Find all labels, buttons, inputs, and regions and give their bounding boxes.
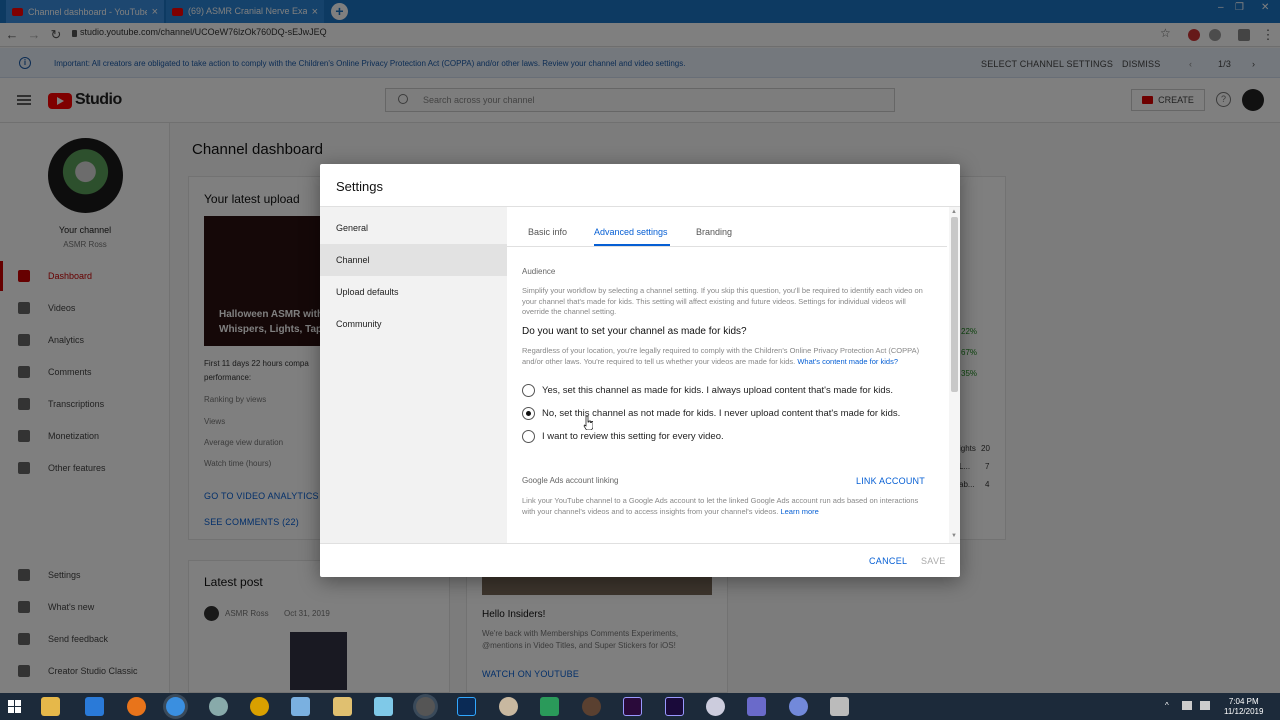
- active-tab-indicator: [594, 244, 670, 246]
- calendar-icon[interactable]: [333, 697, 352, 716]
- discord-icon[interactable]: [789, 697, 808, 716]
- save-button[interactable]: SAVE: [921, 556, 946, 566]
- app-icon[interactable]: [209, 697, 228, 716]
- scroll-down-icon[interactable]: ▼: [951, 533, 957, 539]
- headphones-icon[interactable]: [250, 697, 269, 716]
- scroll-up-icon[interactable]: ▲: [951, 209, 957, 215]
- settings-nav: General Channel Upload defaults Communit…: [320, 207, 507, 543]
- dialog-title: Settings: [336, 179, 383, 194]
- paint-icon[interactable]: [499, 697, 518, 716]
- question-description: Regardless of your location, you're lega…: [522, 346, 920, 366]
- made-for-kids-question: Do you want to set your channel as made …: [522, 326, 747, 337]
- settings-nav-general[interactable]: General: [320, 212, 507, 244]
- image-viewer-icon[interactable]: [291, 697, 310, 716]
- obs-icon[interactable]: [416, 697, 435, 716]
- google-ads-description: Link your YouTube channel to a Google Ad…: [522, 496, 919, 516]
- network-icon[interactable]: [1182, 701, 1192, 710]
- app-icon[interactable]: [706, 697, 725, 716]
- radio-button[interactable]: [522, 430, 535, 443]
- ie-icon[interactable]: [85, 697, 104, 716]
- windows-start-icon[interactable]: [8, 700, 22, 714]
- premiere-icon[interactable]: [623, 697, 642, 716]
- firefox-icon[interactable]: [127, 697, 146, 716]
- cancel-button[interactable]: CANCEL: [869, 556, 907, 566]
- tab-advanced-settings[interactable]: Advanced settings: [594, 227, 668, 237]
- tab-basic-info[interactable]: Basic info: [528, 227, 567, 237]
- divider: [320, 543, 960, 544]
- settings-tabs: Basic info Advanced settings Branding: [507, 207, 947, 247]
- whats-content-made-for-kids-link[interactable]: What's content made for kids?: [797, 357, 898, 366]
- app-icon[interactable]: [582, 697, 601, 716]
- settings-nav-community[interactable]: Community: [320, 308, 507, 340]
- radio-button[interactable]: [522, 384, 535, 397]
- radio-button-selected[interactable]: [522, 407, 535, 420]
- settings-app-icon[interactable]: [747, 697, 766, 716]
- audience-label: Audience: [522, 267, 556, 276]
- tab-branding[interactable]: Branding: [696, 227, 732, 237]
- volume-icon[interactable]: [1200, 701, 1210, 710]
- windows-taskbar: ^ 7:04 PM 11/12/2019: [0, 693, 1280, 720]
- link-account-button[interactable]: LINK ACCOUNT: [856, 476, 925, 486]
- hand-cursor-icon: [583, 416, 593, 430]
- app-icon[interactable]: [540, 697, 559, 716]
- photoshop-icon[interactable]: [457, 697, 476, 716]
- chrome-icon[interactable]: [166, 697, 185, 716]
- settings-nav-channel[interactable]: Channel: [320, 244, 507, 276]
- taskbar-clock[interactable]: 7:04 PM 11/12/2019: [1224, 697, 1263, 717]
- scrollbar-thumb[interactable]: [951, 217, 958, 392]
- tray-chevron-icon[interactable]: ^: [1165, 701, 1169, 710]
- audience-description: Simplify your workflow by selecting a ch…: [522, 286, 923, 316]
- settings-dialog: Settings General Channel Upload defaults…: [320, 164, 960, 577]
- app-icon[interactable]: [830, 697, 849, 716]
- settings-content: Basic info Advanced settings Branding Au…: [507, 207, 960, 543]
- file-explorer-icon[interactable]: [41, 697, 60, 716]
- settings-nav-upload-defaults[interactable]: Upload defaults: [320, 276, 507, 308]
- notepad-icon[interactable]: [374, 697, 393, 716]
- google-ads-label: Google Ads account linking: [522, 476, 619, 485]
- learn-more-link[interactable]: Learn more: [780, 507, 818, 516]
- after-effects-icon[interactable]: [665, 697, 684, 716]
